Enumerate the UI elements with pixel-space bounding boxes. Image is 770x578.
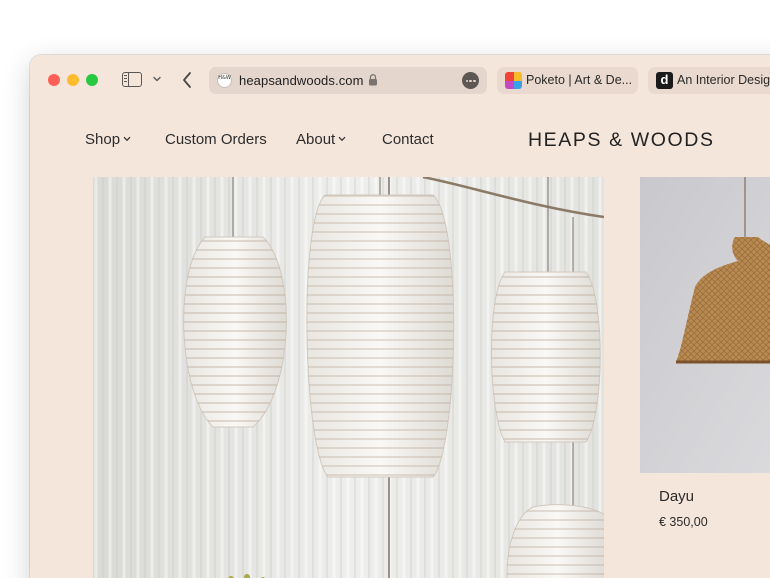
tab-title: An Interior Desig... [677,73,770,87]
product-price: € 350,00 [659,515,708,529]
chevron-down-icon[interactable] [152,73,162,85]
tab-title: Poketo | Art & De... [526,73,633,87]
close-window-button[interactable] [48,74,60,86]
nav-item-label: Shop [85,131,121,148]
chevron-down-icon [338,136,346,142]
url-text: heapsandwoods.com [239,73,364,88]
product-image-dayu[interactable] [640,177,770,473]
page-menu-icon[interactable] [462,72,479,89]
nav-item-shop[interactable]: Shop [85,131,131,148]
hero-lanterns-image[interactable] [93,177,604,578]
poketo-logo-icon [505,72,522,89]
nav-item-label: Contact [382,131,434,148]
chevron-down-icon [123,136,131,142]
d-logo-icon: d [656,72,673,89]
address-bar[interactable]: H&W heapsandwoods.com [209,67,487,94]
tab-interior-design[interactable]: d An Interior Desig... [648,67,770,94]
back-arrow-icon[interactable] [180,70,194,90]
lock-icon [369,74,377,86]
site-favicon-icon: H&W [217,73,232,88]
nav-item-label: About [296,131,336,148]
site-logo[interactable]: HEAPS & WOODS [528,129,715,152]
nav-item-label: Custom Orders [165,131,267,148]
zoom-window-button[interactable] [86,74,98,86]
browser-toolbar: H&W heapsandwoods.com Poketo | Art & De.… [30,55,770,105]
browser-window: H&W heapsandwoods.com Poketo | Art & De.… [30,55,770,578]
product-name[interactable]: Dayu [659,488,694,505]
sidebar-toggle-icon[interactable] [122,72,142,87]
nav-item-about[interactable]: About [296,131,346,148]
nav-item-contact[interactable]: Contact [382,131,434,148]
tab-poketo[interactable]: Poketo | Art & De... [497,67,638,94]
nav-item-custom-orders[interactable]: Custom Orders [165,131,267,148]
minimize-window-button[interactable] [67,74,79,86]
